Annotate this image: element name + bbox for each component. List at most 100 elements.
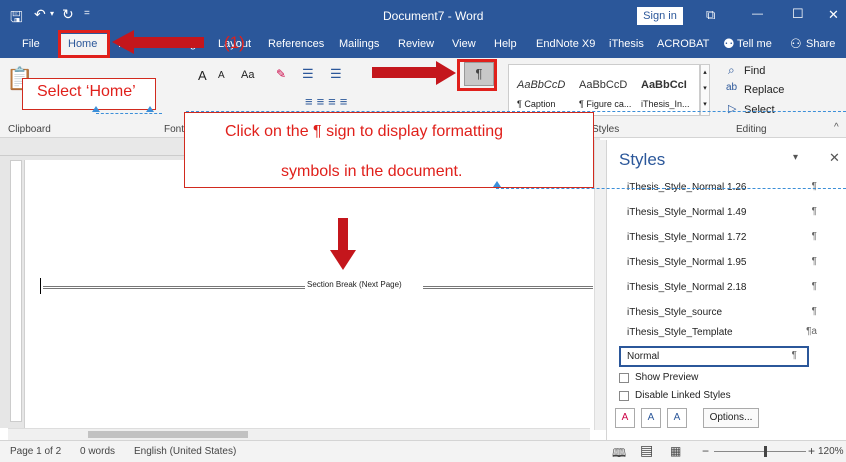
show-preview-label: Show Preview	[635, 372, 699, 383]
style-item-normal-selected[interactable]: Normal ¶	[619, 346, 809, 367]
tab-endnote[interactable]: EndNote X9	[536, 38, 595, 50]
vertical-scrollbar[interactable]	[594, 140, 606, 430]
status-bar: Page 1 of 2 0 words English (United Stat…	[0, 440, 846, 462]
zoom-level[interactable]: 120%	[818, 446, 844, 457]
home-tab-highlight	[58, 30, 110, 58]
gallery-sample: AaBbCcD	[579, 79, 628, 91]
clear-formatting-icon[interactable]: ✎	[276, 67, 286, 81]
customize-qat-icon[interactable]: =	[84, 8, 90, 19]
tab-file[interactable]: File	[22, 38, 40, 50]
language-indicator[interactable]: English (United States)	[134, 446, 236, 457]
section-break-line-right	[423, 286, 593, 289]
undo-dropdown-icon[interactable]: ▾	[50, 9, 54, 18]
page-count[interactable]: Page 1 of 2	[10, 446, 61, 457]
gallery-sample: AaBbCcI	[641, 79, 687, 91]
numbering-icon[interactable]: ☰	[330, 66, 342, 82]
change-case-button[interactable]: Aa	[241, 69, 254, 81]
options-button[interactable]: Options...	[703, 408, 759, 428]
style-item[interactable]: iThesis_Style_Normal 1.49 ¶	[627, 203, 827, 223]
select-home-marker-left	[92, 106, 100, 112]
tab-help[interactable]: Help	[494, 38, 517, 50]
style-item[interactable]: iThesis_Style_source ¶	[627, 303, 827, 323]
pilcrow-arrow-shaft	[372, 67, 440, 78]
text-cursor	[40, 278, 41, 294]
sign-in-button[interactable]: Sign in	[637, 7, 683, 25]
title-bar: 🖫 ↶ ▾ ↻ = Document7 - Word Sign in ⧉ — ☐…	[0, 0, 846, 32]
select-button[interactable]: Select	[744, 104, 775, 116]
gallery-scroll[interactable]: ▴ ▾ ▾	[700, 64, 710, 116]
group-editing-label: Editing	[736, 124, 767, 135]
ribbon-display-options-icon[interactable]: ⧉	[706, 7, 715, 23]
styles-gallery: AaBbCcD ¶ Caption AaBbCcD ¶ Figure ca...…	[508, 64, 700, 116]
minimize-button[interactable]: —	[752, 8, 763, 20]
manage-styles-button[interactable]: A	[667, 408, 687, 428]
gallery-caption: ¶ Caption	[517, 99, 556, 109]
gallery-caption-style[interactable]: AaBbCcD ¶ Caption	[513, 65, 573, 115]
save-icon[interactable]: 🖫	[10, 7, 23, 32]
gallery-ithesis-style[interactable]: AaBbCcI iThesis_In...	[637, 65, 699, 115]
read-mode-icon[interactable]: 🕮	[612, 444, 626, 462]
print-layout-icon[interactable]: ▤	[640, 442, 653, 459]
gallery-caption: ¶ Figure ca...	[579, 99, 632, 109]
zoom-out-button[interactable]: −	[702, 444, 709, 458]
horizontal-scrollbar[interactable]	[8, 428, 590, 440]
show-preview-checkbox[interactable]	[619, 373, 629, 383]
shrink-font-button[interactable]: A	[218, 70, 225, 81]
linked-style-icon: ¶a	[806, 326, 817, 337]
zoom-in-button[interactable]: +	[808, 444, 815, 458]
horizontal-scroll-thumb[interactable]	[88, 431, 248, 438]
tell-me-box[interactable]: Tell me	[737, 38, 772, 50]
redo-icon[interactable]: ↻	[62, 6, 74, 23]
collapse-ribbon-icon[interactable]: ^	[834, 122, 839, 133]
web-layout-icon[interactable]: ▦	[670, 444, 681, 458]
new-style-button[interactable]: A	[615, 408, 635, 428]
maximize-button[interactable]: ☐	[792, 6, 804, 22]
close-button[interactable]: ✕	[828, 7, 839, 23]
disable-linked-styles-label: Disable Linked Styles	[635, 390, 731, 401]
tab-references[interactable]: References	[268, 38, 324, 50]
tab-acrobat[interactable]: ACROBAT	[657, 38, 709, 50]
share-button[interactable]: Share	[806, 38, 835, 50]
down-arrow-shaft	[338, 218, 348, 252]
style-item-label: iThesis_Style_Normal 1.49	[627, 207, 747, 218]
style-item[interactable]: iThesis_Style_Normal 1.95 ¶	[627, 253, 827, 273]
select-home-callout: Select ‘Home’	[22, 78, 156, 110]
zoom-slider-thumb[interactable]	[764, 446, 767, 457]
pane-options-icon[interactable]: ▾	[793, 152, 798, 163]
replace-button[interactable]: Replace	[744, 84, 784, 96]
tab-mailings[interactable]: Mailings	[339, 38, 379, 50]
replace-icon: ab	[726, 82, 738, 93]
bullets-icon[interactable]: ☰	[302, 66, 314, 82]
gallery-caption: iThesis_In...	[641, 99, 690, 109]
align-icons[interactable]: ≡≡≡≡	[305, 94, 351, 109]
vertical-ruler	[10, 160, 22, 422]
word-count[interactable]: 0 words	[80, 446, 115, 457]
pilcrow-instruction-line-2: symbols in the document.	[281, 163, 463, 180]
find-button[interactable]: Find	[744, 65, 765, 77]
pilcrow-instruction-line-1: Click on the ¶ sign to display formattin…	[225, 123, 504, 140]
style-item-label: Normal	[627, 351, 660, 362]
tab-review[interactable]: Review	[398, 38, 434, 50]
sign-in-label: Sign in	[643, 10, 677, 22]
pilcrow-dashed-line-top	[186, 111, 846, 112]
select-icon: ▷	[728, 103, 737, 115]
pilcrow-instruction-callout: Click on the ¶ sign to display formattin…	[184, 112, 594, 188]
style-inspector-button[interactable]: A	[641, 408, 661, 428]
style-item[interactable]: iThesis_Style_Template ¶a	[627, 323, 827, 343]
close-pane-icon[interactable]: ✕	[829, 150, 840, 166]
paragraph-icon: ¶	[811, 206, 817, 217]
tab-view[interactable]: View	[452, 38, 476, 50]
disable-linked-styles-checkbox[interactable]	[619, 391, 629, 401]
grow-font-button[interactable]: A	[198, 68, 207, 83]
style-item[interactable]: iThesis_Style_Normal 1.72 ¶	[627, 228, 827, 248]
select-home-text: Select ‘Home’	[37, 83, 136, 100]
pilcrow-highlight	[457, 59, 497, 91]
style-item-label: iThesis_Style_Template	[627, 327, 733, 338]
undo-icon[interactable]: ↶	[34, 6, 46, 23]
style-item[interactable]: iThesis_Style_Normal 2.18 ¶	[627, 278, 827, 298]
document-page[interactable]: Section Break (Next Page)	[24, 160, 596, 428]
zoom-slider[interactable]	[714, 451, 806, 452]
style-item-label: iThesis_Style_Normal 1.95	[627, 257, 747, 268]
tab-ithesis[interactable]: iThesis	[609, 38, 644, 50]
gallery-figure-caption-style[interactable]: AaBbCcD ¶ Figure ca...	[575, 65, 635, 115]
